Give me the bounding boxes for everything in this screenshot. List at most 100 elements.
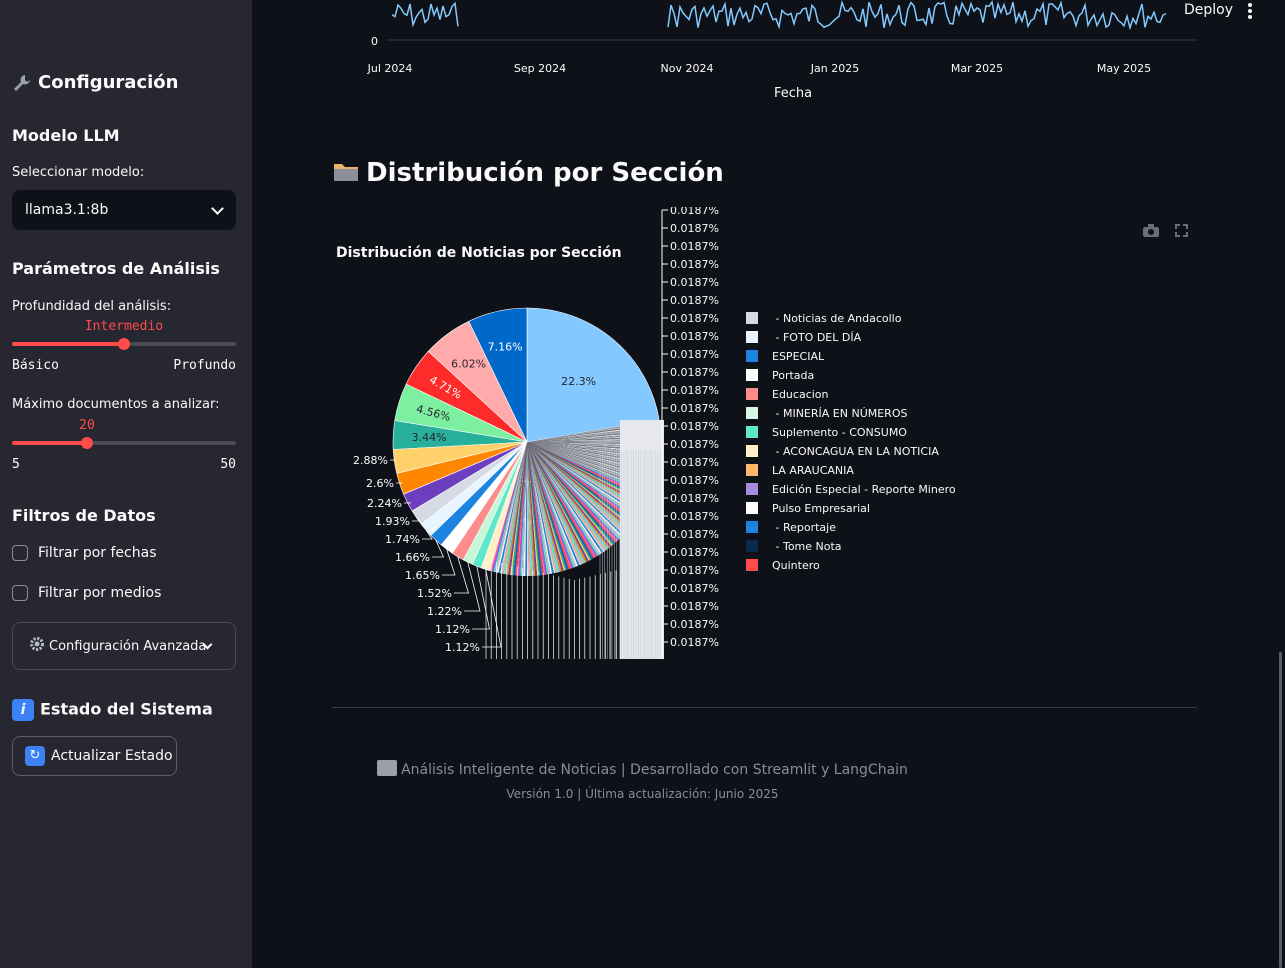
pie-slice-small[interactable] bbox=[527, 442, 608, 551]
pie-slice-small[interactable] bbox=[527, 442, 629, 531]
pie-slice-small[interactable] bbox=[527, 442, 633, 526]
pie-slice-small[interactable] bbox=[490, 442, 527, 572]
pie-slice[interactable] bbox=[411, 441, 528, 525]
pie-slice-small[interactable] bbox=[527, 442, 605, 553]
camera-icon[interactable] bbox=[1143, 222, 1159, 237]
pie-slice-small[interactable] bbox=[527, 442, 655, 485]
pie-slice-small[interactable] bbox=[527, 442, 610, 549]
legend-item[interactable]: - Noticias de Andacollo bbox=[746, 309, 901, 327]
pie-slice-small[interactable] bbox=[527, 442, 564, 572]
pie-slice-small[interactable] bbox=[527, 442, 592, 561]
pie-slice-small[interactable] bbox=[515, 442, 527, 576]
model-select[interactable]: llama3.1:8b bbox=[12, 190, 236, 230]
pie-slice-small[interactable] bbox=[527, 442, 562, 572]
pie-slice-small[interactable] bbox=[527, 442, 642, 514]
pie-slice-small[interactable] bbox=[527, 442, 657, 480]
pie-slice-small[interactable] bbox=[527, 442, 574, 569]
pie-slice-small[interactable] bbox=[527, 442, 636, 522]
pie-slice-small[interactable] bbox=[527, 442, 612, 548]
pie-slice-small[interactable] bbox=[527, 442, 598, 557]
legend-item[interactable]: - Reportaje bbox=[746, 518, 836, 536]
pie-slice-small[interactable] bbox=[527, 442, 569, 570]
filter-dates-checkbox[interactable]: Filtrar por fechas bbox=[12, 545, 157, 561]
pie-slice-small[interactable] bbox=[496, 442, 527, 573]
pie-slice-small[interactable] bbox=[527, 437, 661, 442]
pie-slice-small[interactable] bbox=[527, 442, 585, 564]
pie-slice-small[interactable] bbox=[527, 442, 621, 540]
pie-slice-small[interactable] bbox=[495, 442, 527, 573]
checkbox-box[interactable] bbox=[12, 585, 28, 601]
pie-slice[interactable] bbox=[403, 441, 528, 512]
pie-slice-small[interactable] bbox=[527, 442, 628, 533]
pie-slice-small[interactable] bbox=[527, 442, 616, 544]
depth-slider-thumb[interactable] bbox=[118, 338, 130, 350]
legend-item[interactable]: Educacion bbox=[746, 385, 829, 403]
pie-slice-small[interactable] bbox=[493, 442, 527, 573]
pie-slice-small[interactable] bbox=[527, 442, 588, 563]
pie-slice-small[interactable] bbox=[527, 442, 601, 556]
pie-slice-small[interactable] bbox=[527, 442, 536, 576]
pie-slice-small[interactable] bbox=[518, 442, 527, 576]
legend-item[interactable]: Portada bbox=[746, 366, 814, 384]
pie-slice-small[interactable] bbox=[527, 442, 645, 508]
pie-slice-small[interactable] bbox=[527, 442, 650, 499]
pie-slice-small[interactable] bbox=[527, 442, 638, 520]
pie-slice-small[interactable] bbox=[527, 439, 661, 442]
pie-slice[interactable] bbox=[440, 441, 528, 554]
pie-slice-small[interactable] bbox=[527, 442, 594, 560]
pie-slice-small[interactable] bbox=[500, 442, 527, 574]
pie-slice-small[interactable] bbox=[527, 442, 659, 470]
pie-slice-small[interactable] bbox=[527, 442, 653, 491]
pie-slice-small[interactable] bbox=[527, 442, 614, 546]
pie-slice-small[interactable] bbox=[516, 442, 527, 576]
pie-slice-small[interactable] bbox=[527, 431, 661, 442]
pie-slice-small[interactable] bbox=[527, 442, 559, 573]
pie-slice-small[interactable] bbox=[527, 442, 652, 494]
pie-slice-small[interactable] bbox=[527, 442, 634, 525]
pie-slice-small[interactable] bbox=[527, 442, 661, 459]
legend-item[interactable]: Quintero bbox=[746, 556, 820, 574]
pie-slice-small[interactable] bbox=[527, 422, 660, 442]
pie-slice-small[interactable] bbox=[527, 442, 637, 521]
pie-slice[interactable] bbox=[451, 441, 528, 561]
pie-slice-small[interactable] bbox=[527, 442, 591, 561]
pie-slice-small[interactable] bbox=[527, 442, 583, 565]
pie-slice-small[interactable] bbox=[527, 442, 589, 562]
pie-slice-small[interactable] bbox=[527, 432, 661, 442]
pie-slice-small[interactable] bbox=[527, 442, 548, 575]
max-docs-slider[interactable] bbox=[12, 437, 236, 449]
pie-slice-small[interactable] bbox=[527, 442, 658, 474]
pie-slice-small[interactable] bbox=[527, 442, 661, 450]
pie-slice-small[interactable] bbox=[498, 442, 527, 574]
fullscreen-icon[interactable] bbox=[1175, 222, 1188, 237]
pie-slice[interactable] bbox=[420, 441, 528, 536]
pie-slice-small[interactable] bbox=[527, 442, 544, 576]
pie-slice-small[interactable] bbox=[527, 442, 558, 573]
pie-slice-small[interactable] bbox=[520, 442, 527, 576]
pie-slice-small[interactable] bbox=[527, 442, 571, 570]
pie-slice-small[interactable] bbox=[527, 442, 566, 571]
legend-item[interactable]: - ACONCAGUA EN LA NOTICIA bbox=[746, 442, 939, 460]
pie-slice-small[interactable] bbox=[527, 424, 661, 442]
pie-slice-small[interactable] bbox=[527, 442, 575, 568]
pie-slice-small[interactable] bbox=[501, 442, 527, 574]
pie-slice-small[interactable] bbox=[527, 442, 647, 505]
pie-slice-small[interactable] bbox=[527, 442, 554, 574]
pie-slice-small[interactable] bbox=[527, 442, 577, 568]
pie-slice-small[interactable] bbox=[527, 442, 531, 576]
pie-slice-small[interactable] bbox=[527, 442, 582, 566]
pie-slice-small[interactable] bbox=[527, 419, 660, 442]
pie-slice-small[interactable] bbox=[527, 442, 659, 472]
depth-slider[interactable] bbox=[12, 338, 236, 350]
pie-slice-small[interactable] bbox=[527, 441, 662, 443]
pie-slice-small[interactable] bbox=[527, 442, 657, 477]
pie-slice-small[interactable] bbox=[527, 442, 622, 539]
pie-slice-small[interactable] bbox=[527, 442, 602, 555]
pie-slice-small[interactable] bbox=[527, 442, 553, 574]
pie-slice-small[interactable] bbox=[527, 442, 635, 524]
pie-slice[interactable] bbox=[468, 307, 528, 443]
pie-slice-small[interactable] bbox=[527, 442, 659, 469]
pie-slice-small[interactable] bbox=[527, 427, 661, 442]
pie-slice-small[interactable] bbox=[527, 442, 657, 478]
pie-slice[interactable] bbox=[427, 320, 528, 443]
